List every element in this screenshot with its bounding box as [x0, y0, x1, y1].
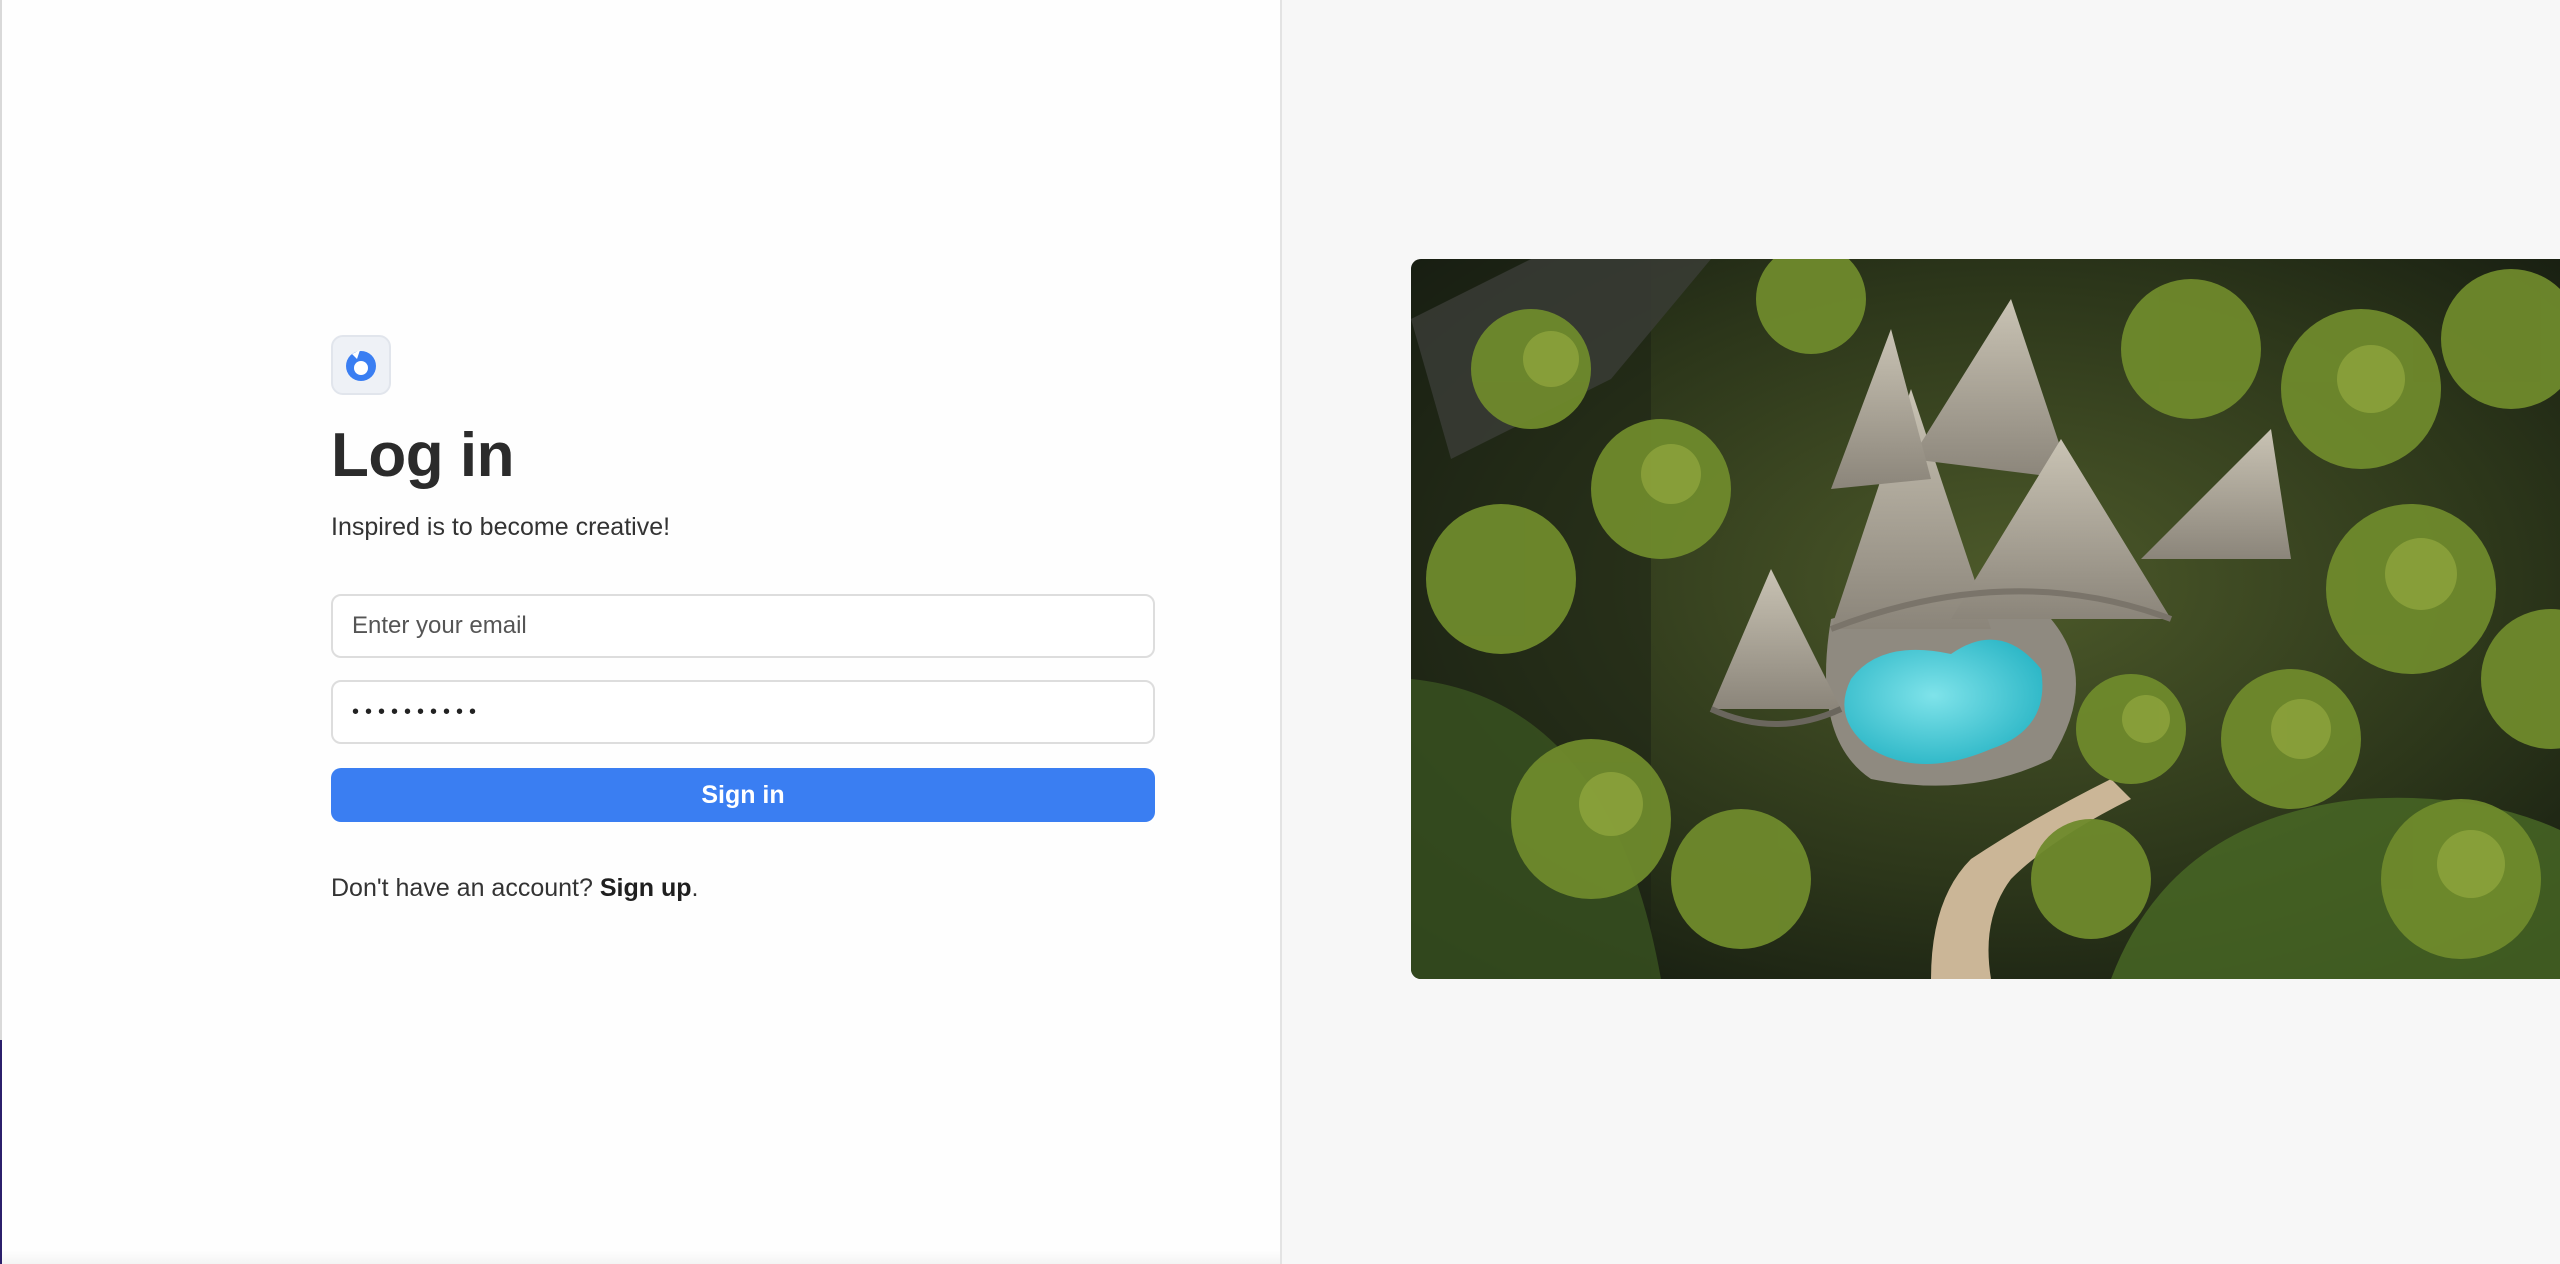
- email-field[interactable]: [331, 594, 1155, 658]
- page-title: Log in: [331, 421, 514, 490]
- sign-in-button[interactable]: Sign in: [331, 768, 1155, 822]
- signup-suffix: .: [691, 874, 699, 902]
- login-panel: Log in Inspired is to become creative! S…: [0, 0, 1282, 1264]
- password-field[interactable]: [331, 680, 1155, 744]
- sign-up-link[interactable]: Sign up: [600, 874, 692, 902]
- hero-image: [1411, 259, 2560, 979]
- signup-prompt-text: Don't have an account?: [331, 874, 593, 902]
- hero-panel: [1282, 0, 2560, 1264]
- login-form: Log in Inspired is to become creative! S…: [331, 335, 1155, 903]
- brand-logo-glyph: [346, 350, 376, 381]
- login-page: Log in Inspired is to become creative! S…: [0, 0, 2560, 1264]
- resort-aerial-illustration: [1411, 259, 2560, 979]
- left-edge-accent: [0, 1040, 2, 1264]
- page-subtitle: Inspired is to become creative!: [331, 513, 671, 541]
- bottom-divider: [2, 1250, 1280, 1264]
- brand-logo-icon: [331, 335, 391, 395]
- signup-prompt: Don't have an account? Sign up.: [331, 874, 1155, 903]
